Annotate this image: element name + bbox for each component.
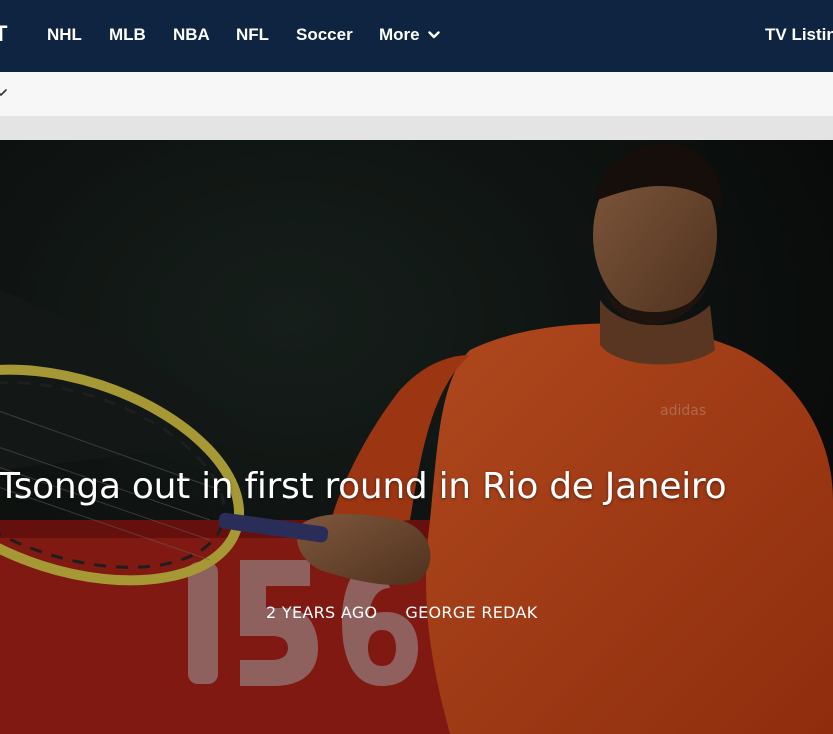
nav-item-nfl[interactable]: NFL	[236, 25, 269, 45]
site-logo[interactable]: T	[0, 21, 7, 47]
article-meta: 2 YEARS AGO GEORGE REDAK	[266, 603, 538, 622]
article-hero[interactable]: adidas Tsonga out in first round in Rio …	[0, 140, 833, 734]
nav-more-menu[interactable]: More	[379, 25, 440, 45]
nav-item-tv-listings[interactable]: TV Listin	[765, 25, 833, 45]
nav-item-soccer[interactable]: Soccer	[296, 25, 353, 45]
nav-more-label: More	[379, 25, 420, 44]
hero-overlay	[0, 140, 833, 734]
chevron-down-icon[interactable]	[0, 88, 8, 98]
chevron-down-icon	[427, 31, 440, 39]
nav-item-nhl[interactable]: NHL	[47, 25, 82, 45]
article-author[interactable]: GEORGE REDAK	[405, 603, 537, 622]
nav-item-mlb[interactable]: MLB	[109, 25, 146, 45]
secondary-bar	[0, 72, 833, 117]
article-headline[interactable]: Tsonga out in first round in Rio de Jane…	[0, 466, 833, 507]
top-navigation: T NHL MLB NBA NFL Soccer More TV Listin	[0, 0, 833, 72]
divider-strip	[0, 117, 833, 140]
article-timestamp: 2 YEARS AGO	[266, 603, 378, 622]
nav-item-nba[interactable]: NBA	[173, 25, 210, 45]
